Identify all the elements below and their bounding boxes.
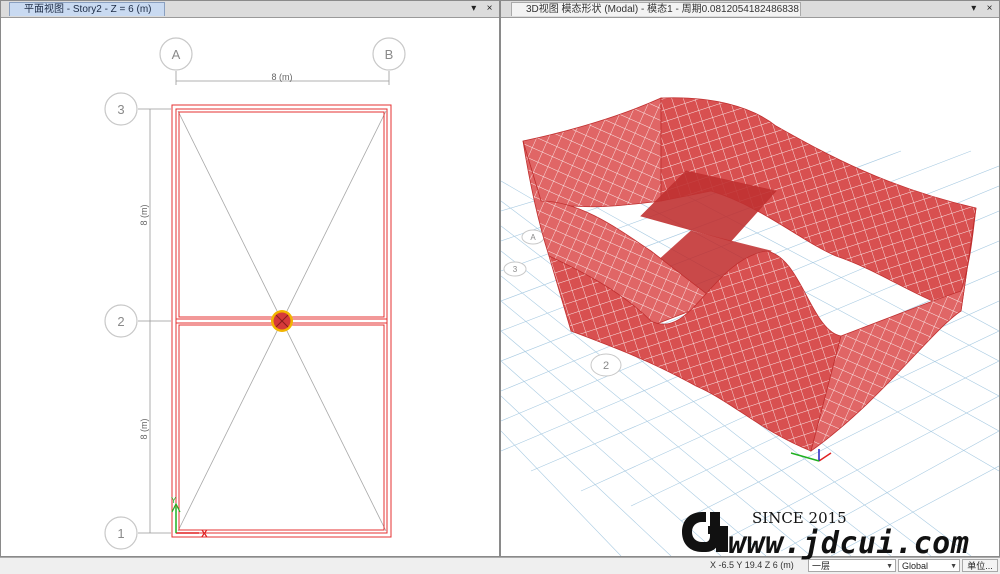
axis-y-label: Y: [171, 496, 177, 505]
3d-grid-label-3: 3: [513, 265, 518, 274]
chevron-down-icon: ▼: [886, 563, 893, 570]
dim-horizontal: 8 (m): [272, 72, 293, 82]
plan-view-titlebar: 平面视图 - Story2 - Z = 6 (m) ▾ ×: [1, 1, 499, 18]
pin-dropdown-icon[interactable]: ▾: [468, 2, 479, 16]
3d-view-titlebar: 3D视图 模态形状 (Modal) - 模态1 - 周期0.0812054182…: [501, 1, 999, 18]
grid-label-2: 2: [117, 314, 124, 329]
grid-label-b: B: [385, 47, 394, 62]
axis-triad: [171, 502, 199, 534]
cursor-coordinates: X -6.5 Y 19.4 Z 6 (m): [710, 560, 794, 570]
plan-canvas[interactable]: A B 3 2 1 8 (m) 8 (m) 8 (m) X Y: [1, 18, 499, 556]
jd-logo: [682, 512, 728, 552]
plan-view-tab[interactable]: 平面视图 - Story2 - Z = 6 (m): [9, 2, 165, 16]
axis-x-label: X: [201, 529, 208, 540]
3d-grid-label-2: 2: [603, 360, 609, 372]
grid-label-3: 3: [117, 102, 124, 117]
close-icon[interactable]: ×: [984, 2, 995, 16]
watermark-since: SINCE 2015: [752, 509, 847, 527]
watermark-url: www.jdcui.com: [728, 526, 970, 561]
3d-view-pane[interactable]: 3D视图 模态形状 (Modal) - 模态1 - 周期0.0812054182…: [500, 0, 1000, 557]
close-icon[interactable]: ×: [484, 2, 495, 16]
plan-view-controls: ▾ ×: [466, 2, 495, 16]
3d-canvas[interactable]: A 3 2: [501, 18, 999, 556]
dim-vertical-upper: 8 (m): [139, 205, 149, 226]
3d-view-controls: ▾ ×: [966, 2, 995, 16]
modal-shape[interactable]: [522, 97, 977, 452]
chevron-down-icon: ▼: [950, 563, 957, 570]
plan-view-pane[interactable]: 平面视图 - Story2 - Z = 6 (m) ▾ × A B 3 2 1 …: [0, 0, 500, 557]
selected-node-marker[interactable]: [271, 310, 293, 332]
coord-system-value: Global: [902, 561, 929, 571]
3d-view-tab[interactable]: 3D视图 模态形状 (Modal) - 模态1 - 周期0.0812054182…: [511, 2, 801, 16]
3d-grid-label-a: A: [530, 233, 536, 242]
story-select-value: 一层: [812, 561, 831, 571]
dim-vertical-lower: 8 (m): [139, 419, 149, 440]
pin-dropdown-icon[interactable]: ▾: [968, 2, 979, 16]
grid-label-a: A: [172, 47, 181, 62]
grid-label-1: 1: [117, 526, 124, 541]
